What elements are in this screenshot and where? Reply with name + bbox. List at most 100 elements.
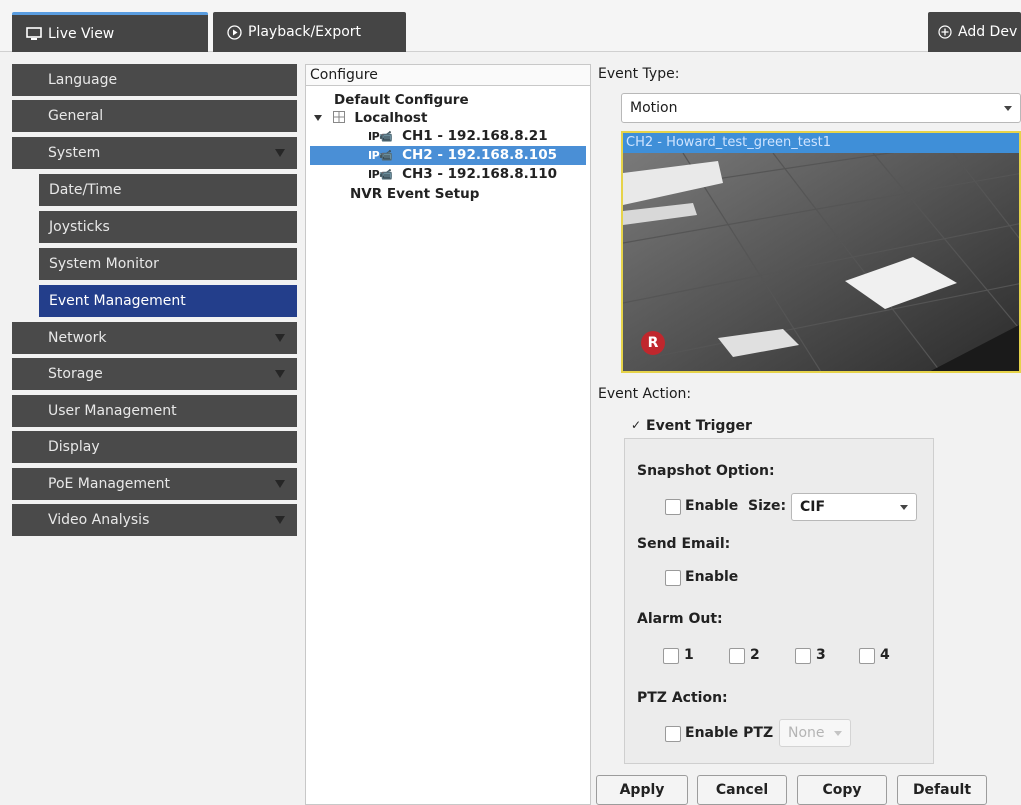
event-trigger-checkbox[interactable]: ✓ [628,418,644,434]
sidebar-item-label: Network [48,330,107,346]
alarm-out-1-label: 1 [684,647,694,663]
ip-tag: IP [368,149,380,162]
event-type-label: Event Type: [598,66,680,82]
sidebar-item-system[interactable]: System [12,137,297,169]
event-action-label: Event Action: [598,386,692,402]
sidebar-item-user-management[interactable]: User Management [12,395,297,427]
sidebar-item-label: PoE Management [48,476,171,492]
tab-live-view-label: Live View [48,25,115,42]
snapshot-option-label: Snapshot Option: [637,463,775,479]
configure-tree: Configure Default Configure Localhost IP… [305,64,591,805]
tree-node-localhost[interactable]: Localhost [314,109,427,128]
ptz-preset-select[interactable]: None [779,719,851,747]
sidebar-item-language[interactable]: Language [12,64,297,96]
ip-tag: IP [368,130,380,143]
sidebar-item-joysticks[interactable]: Joysticks [39,211,297,243]
sidebar-item-video-analysis[interactable]: Video Analysis [12,504,297,536]
snapshot-enable-checkbox[interactable] [665,499,681,515]
email-enable-label: Enable [685,569,739,585]
sidebar-item-system-monitor[interactable]: System Monitor [39,248,297,280]
tree-node-ch3[interactable]: IP📹 CH3 - 192.168.8.110 [368,165,557,184]
alarm-out-3-checkbox[interactable] [795,648,811,664]
ip-camera-icon: IP📹 [368,168,393,181]
tree-node-label: NVR Event Setup [350,186,480,202]
cancel-button[interactable]: Cancel [697,775,787,805]
snapshot-size-label: Size: [748,498,787,514]
top-bar: Live View Playback/Export Add Dev [0,0,1021,52]
sidebar-item-storage[interactable]: Storage [12,358,297,390]
tree-node-ch1[interactable]: IP📹 CH1 - 192.168.8.21 [368,127,548,146]
plus-circle-icon [938,25,952,39]
sidebar-item-poe-management[interactable]: PoE Management [12,468,297,500]
expand-arrow-icon [275,516,285,524]
tree-node-ch2[interactable]: IP📹 CH2 - 192.168.8.105 [310,146,586,165]
tab-playback-export[interactable]: Playback/Export [213,12,406,52]
sidebar-item-label: Storage [48,366,103,382]
sidebar-item-label: Video Analysis [48,512,150,528]
event-type-value: Motion [630,100,678,116]
sidebar-item-label: Joysticks [49,219,110,235]
alarm-out-3-label: 3 [816,647,826,663]
expand-arrow-icon [275,149,285,157]
alarm-out-4-checkbox[interactable] [859,648,875,664]
sidebar-item-label: Display [48,439,100,455]
sidebar-item-label: User Management [48,403,177,419]
sidebar-item-label: Language [48,72,118,88]
camera-preview[interactable]: CH2 - Howard_test_green_test1 R [621,131,1021,373]
sidebar-item-date-time[interactable]: Date/Time [39,174,297,206]
event-trigger-label: Event Trigger [646,418,752,434]
tab-playback-label: Playback/Export [248,24,362,40]
tree-node-label: CH1 - 192.168.8.21 [402,128,548,144]
copy-button[interactable]: Copy [797,775,887,805]
ptz-enable-label: Enable PTZ [685,725,774,741]
dropdown-arrow-icon [900,505,908,510]
collapse-arrow-icon[interactable] [314,109,322,127]
alarm-out-1-checkbox[interactable] [663,648,679,664]
add-device-label: Add Dev [958,24,1018,40]
tree-node-default-configure[interactable]: Default Configure [334,91,469,109]
send-email-label: Send Email: [637,536,731,552]
sidebar-item-label: Date/Time [49,182,122,198]
ip-camera-icon: IP📹 [368,130,393,143]
alarm-out-2-checkbox[interactable] [729,648,745,664]
sidebar-item-label: Event Management [49,293,186,309]
dropdown-arrow-icon [1004,106,1012,111]
apply-button[interactable]: Apply [596,775,688,805]
dropdown-arrow-icon [834,731,842,736]
event-type-select[interactable]: Motion [621,93,1021,123]
snapshot-enable-label: Enable [685,498,739,514]
snapshot-size-value: CIF [800,499,826,515]
tree-node-label: Default Configure [334,92,469,108]
sidebar-item-display[interactable]: Display [12,431,297,463]
sidebar-item-label: System Monitor [49,256,159,272]
sidebar-item-general[interactable]: General [12,100,297,132]
expand-arrow-icon [275,480,285,488]
preview-title: CH2 - Howard_test_green_test1 [623,133,1019,153]
ptz-preset-value: None [788,725,825,741]
ip-tag: IP [368,168,380,181]
ptz-enable-checkbox[interactable] [665,726,681,742]
tree-node-label: CH3 - 192.168.8.110 [402,166,557,182]
tree-node-label: Localhost [354,110,428,126]
ptz-action-label: PTZ Action: [637,690,728,706]
tree-node-label: CH2 - 192.168.8.105 [402,147,557,163]
sidebar-item-label: System [48,145,101,161]
tab-live-view[interactable]: Live View [12,12,208,52]
grid-icon [332,110,345,128]
sidebar-item-label: General [48,108,104,124]
expand-arrow-icon [275,370,285,378]
sidebar-item-event-management[interactable]: Event Management [39,285,297,317]
ceiling-camera-image [623,133,1019,371]
email-enable-checkbox[interactable] [665,570,681,586]
alarm-out-label: Alarm Out: [637,611,723,627]
tree-node-nvr-event-setup[interactable]: NVR Event Setup [350,185,479,203]
expand-arrow-icon [275,334,285,342]
alarm-out-4-label: 4 [880,647,890,663]
default-button[interactable]: Default [897,775,987,805]
add-device-button[interactable]: Add Dev [928,12,1021,52]
monitor-icon [26,26,42,41]
sidebar-item-network[interactable]: Network [12,322,297,354]
ip-camera-icon: IP📹 [368,149,393,162]
snapshot-size-select[interactable]: CIF [791,493,917,521]
play-circle-icon [227,24,242,40]
